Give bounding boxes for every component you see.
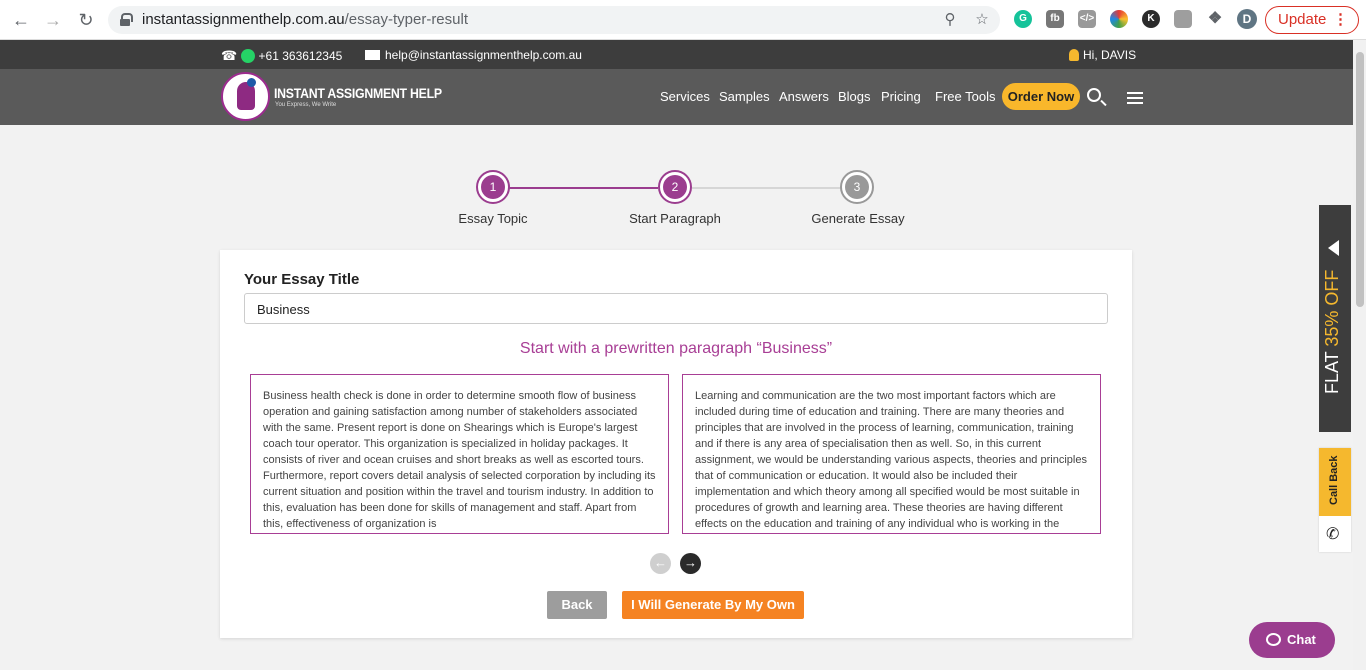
profile-avatar[interactable]: D — [1237, 9, 1257, 29]
step-2-indicator: 2 — [658, 170, 692, 204]
call-back-tab[interactable]: Call Back ✆ — [1319, 448, 1351, 552]
step-connector — [509, 187, 658, 189]
step-3-indicator: 3 — [840, 170, 874, 204]
step-3-label: Generate Essay — [811, 211, 905, 226]
hamburger-menu-icon[interactable] — [1127, 92, 1143, 104]
logo-name[interactable]: INSTANT ASSIGNMENT HELP — [274, 85, 442, 101]
code-extension-icon[interactable]: </> — [1078, 10, 1096, 28]
next-arrow-icon[interactable]: → — [680, 553, 701, 574]
nav-samples[interactable]: Samples — [719, 89, 770, 104]
user-icon — [1069, 49, 1079, 61]
contact-bar: ☎ +61 363612345 help@instantassignmenthe… — [0, 40, 1353, 69]
address-bar[interactable]: instantassignmenthelp.com.au/essay-typer… — [108, 6, 1000, 34]
color-extension-icon[interactable] — [1110, 10, 1128, 28]
nav-pricing[interactable]: Pricing — [881, 89, 921, 104]
whatsapp-icon — [240, 49, 255, 63]
step-1-indicator: 1 — [476, 170, 510, 204]
logo-tagline: You Express, We Write — [275, 102, 337, 108]
extension-icon[interactable]: fb — [1046, 10, 1064, 28]
order-now-button[interactable]: Order Now — [1002, 83, 1080, 110]
logo-icon[interactable] — [221, 72, 270, 121]
star-icon[interactable]: ☆ — [972, 10, 992, 30]
email-contact[interactable]: help@instantassignmenthelp.com.au — [365, 48, 582, 62]
paragraph-option[interactable]: Business health check is done in order t… — [250, 374, 669, 534]
previous-arrow-icon[interactable]: ← — [650, 553, 671, 574]
phone-contact[interactable]: ☎ +61 363612345 — [221, 48, 342, 64]
browser-toolbar: ← → ↻ instantassignmenthelp.com.au/essay… — [0, 0, 1366, 40]
step-1-label: Essay Topic — [458, 211, 528, 226]
site-header: INSTANT ASSIGNMENT HELP You Express, We … — [0, 69, 1353, 125]
step-connector — [692, 187, 841, 189]
reload-icon[interactable]: ↻ — [75, 9, 97, 31]
back-button[interactable]: Back — [547, 591, 607, 619]
essay-title-input[interactable]: Business — [244, 293, 1108, 324]
phone-icon: ✆ — [1326, 526, 1340, 543]
chat-bubble-icon — [1266, 633, 1281, 646]
puzzle-icon[interactable]: ❖ — [1206, 10, 1224, 28]
grammarly-extension-icon[interactable]: G — [1014, 10, 1032, 28]
back-arrow-icon[interactable]: ← — [10, 9, 32, 31]
forward-arrow-icon[interactable]: → — [42, 9, 64, 31]
lock-icon — [120, 13, 133, 26]
more-icon: ⋮ — [1333, 11, 1348, 28]
prewritten-heading: Start with a prewritten paragraph “Busin… — [519, 340, 833, 357]
zoom-icon[interactable]: ⚲ — [940, 10, 960, 30]
page-scrollbar[interactable] — [1353, 40, 1366, 670]
generate-own-button[interactable]: I Will Generate By My Own — [622, 591, 804, 619]
url-text: instantassignmenthelp.com.au/essay-typer… — [142, 11, 468, 28]
nav-services[interactable]: Services — [660, 89, 710, 104]
user-greeting[interactable]: Hi, DAVIS — [1069, 48, 1136, 62]
nav-answers[interactable]: Answers — [779, 89, 829, 104]
promo-text: FLAT 35% OFF — [1322, 269, 1342, 394]
essay-title-label: Your Essay Title — [244, 271, 360, 288]
discount-promo-tab[interactable]: FLAT 35% OFF — [1319, 205, 1351, 432]
search-icon[interactable] — [1087, 88, 1101, 102]
k-extension-icon[interactable]: K — [1142, 10, 1160, 28]
call-back-label: Call Back — [1328, 455, 1340, 505]
nav-blogs[interactable]: Blogs — [838, 89, 871, 104]
mail-icon — [365, 50, 380, 60]
update-button[interactable]: Update ⋮ — [1265, 6, 1359, 34]
phone-icon: ☎ — [221, 48, 238, 63]
step-2-label: Start Paragraph — [629, 211, 721, 226]
essay-card: Your Essay Title Business Start with a p… — [220, 250, 1132, 638]
chat-button[interactable]: Chat — [1249, 622, 1335, 658]
collapse-arrow-icon[interactable] — [1328, 240, 1339, 256]
paragraph-option[interactable]: Learning and communication are the two m… — [682, 374, 1101, 534]
image-extension-icon[interactable] — [1174, 10, 1192, 28]
nav-free-tools[interactable]: Free Tools — [935, 89, 995, 104]
